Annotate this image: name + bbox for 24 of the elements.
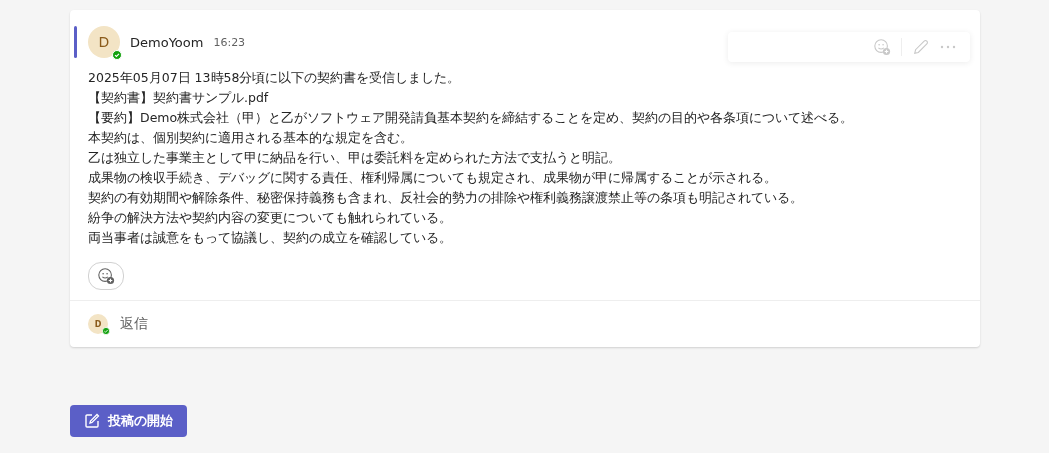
- message-line: 【要約】Demo株式会社（甲）と乙がソフトウェア開発請負基本契約を締結することを定め、契約の目的や各条項について述べる。: [88, 109, 855, 127]
- add-reaction-icon: [97, 267, 115, 285]
- compose-icon: [84, 413, 100, 429]
- message-line: 【契約書】契約書サンプル.pdf: [88, 89, 270, 107]
- add-reaction-button[interactable]: [88, 262, 124, 290]
- presence-icon: [112, 50, 122, 60]
- presence-icon: [102, 327, 110, 335]
- message-line: 乙は独立した事業主として甲に納品を行い、甲は委託料を定められた方法で支払うと明記。: [88, 149, 622, 167]
- message-line: 成果物の検収手続き、デバッグに関する責任、権利帰属についても規定され、成果物が甲に帰属することが示される。: [88, 169, 778, 187]
- more-icon[interactable]: [940, 45, 956, 49]
- edit-icon[interactable]: [912, 38, 930, 56]
- new-post-button[interactable]: 投稿の開始: [70, 405, 187, 437]
- author-name[interactable]: DemoYoom: [130, 34, 204, 50]
- accent-bar: [74, 26, 77, 58]
- message-line: 契約の有効期間や解除条件、秘密保持義務も含まれ、反社会的勢力の排除や権利義務譲渡禁止等の条項も明記されている。: [88, 189, 804, 207]
- avatar: D: [88, 314, 108, 334]
- add-reaction-icon: [873, 38, 891, 56]
- message-line: 紛争の解決方法や契約内容の変更についても触れられている。: [88, 209, 453, 227]
- reply-button[interactable]: 返信: [120, 315, 148, 333]
- message-line: 本契約は、個別契約に適用される基本的な規定を含む。: [88, 129, 414, 147]
- message-line: 2025年05月07日 13時58分頃に以下の契約書を受信しました。: [88, 69, 462, 87]
- avatar[interactable]: D: [88, 26, 120, 58]
- message-line: 両当事者は誠意をもって協議し、契約の成立を確認している。: [88, 229, 453, 247]
- timestamp: 16:23: [213, 35, 246, 49]
